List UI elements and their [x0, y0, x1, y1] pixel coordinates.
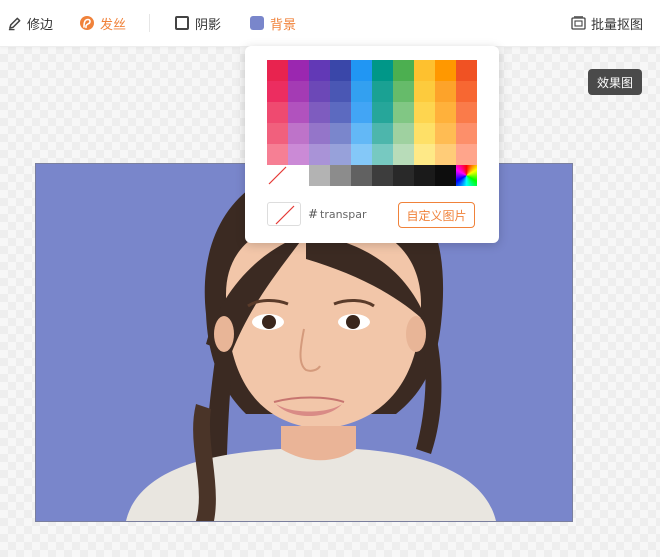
color-swatch[interactable]	[414, 81, 435, 102]
color-swatch[interactable]	[330, 123, 351, 144]
color-swatch[interactable]	[288, 165, 309, 186]
color-swatch[interactable]	[414, 165, 435, 186]
effect-preview-tooltip: 效果图	[588, 69, 642, 95]
color-swatch[interactable]	[309, 165, 330, 186]
square-outline-icon	[174, 15, 190, 31]
color-swatch[interactable]	[393, 144, 414, 165]
background-tool-label: 背景	[270, 17, 297, 33]
color-swatch[interactable]	[309, 81, 330, 102]
color-swatch[interactable]	[267, 123, 288, 144]
edge-tool[interactable]: 修边	[6, 0, 53, 46]
pen-icon	[6, 15, 22, 31]
color-swatch[interactable]	[288, 144, 309, 165]
color-swatch[interactable]	[330, 144, 351, 165]
color-swatch[interactable]	[372, 102, 393, 123]
color-swatch[interactable]	[393, 102, 414, 123]
color-swatch[interactable]	[288, 123, 309, 144]
no-color-swatch[interactable]	[267, 165, 288, 186]
color-swatch[interactable]	[435, 165, 456, 186]
color-swatch[interactable]	[372, 165, 393, 186]
color-swatch[interactable]	[435, 102, 456, 123]
color-swatch[interactable]	[351, 60, 372, 81]
shadow-tool[interactable]: 阴影	[174, 0, 221, 46]
color-swatch[interactable]	[393, 81, 414, 102]
color-swatch[interactable]	[414, 123, 435, 144]
color-swatch[interactable]	[309, 102, 330, 123]
color-swatch[interactable]	[309, 144, 330, 165]
color-swatch[interactable]	[393, 165, 414, 186]
color-swatch[interactable]	[435, 144, 456, 165]
color-swatch[interactable]	[309, 123, 330, 144]
hex-input[interactable]	[320, 204, 367, 224]
color-swatch[interactable]	[456, 123, 477, 144]
color-swatch[interactable]	[351, 81, 372, 102]
color-palette-grid	[267, 60, 477, 186]
color-swatch[interactable]	[372, 144, 393, 165]
color-swatch[interactable]	[456, 81, 477, 102]
color-swatch[interactable]	[309, 60, 330, 81]
color-swatch-icon	[249, 15, 265, 31]
edge-tool-label: 修边	[27, 17, 54, 33]
color-swatch[interactable]	[267, 60, 288, 81]
batch-cutout-tool[interactable]: 批量抠图	[570, 0, 643, 46]
color-swatch[interactable]	[435, 81, 456, 102]
color-swatch[interactable]	[351, 102, 372, 123]
batch-cutout-label: 批量抠图	[591, 17, 644, 33]
color-swatch[interactable]	[456, 144, 477, 165]
color-swatch[interactable]	[288, 102, 309, 123]
color-swatch[interactable]	[330, 81, 351, 102]
color-swatch[interactable]	[414, 102, 435, 123]
color-swatch[interactable]	[456, 102, 477, 123]
color-swatch[interactable]	[267, 81, 288, 102]
color-swatch[interactable]	[351, 123, 372, 144]
custom-image-button[interactable]: 自定义图片	[398, 202, 475, 228]
color-swatch[interactable]	[330, 60, 351, 81]
toolbar: 修边 发丝 阴影 背景 批量抠图	[0, 0, 660, 47]
spectrum-picker-swatch[interactable]	[456, 165, 477, 186]
color-swatch[interactable]	[288, 60, 309, 81]
hair-tool-label: 发丝	[100, 17, 127, 33]
hex-input-row: # 自定义图片	[267, 202, 477, 228]
hair-icon	[79, 15, 95, 31]
color-swatch[interactable]	[267, 102, 288, 123]
effect-preview-label: 效果图	[596, 75, 633, 90]
color-swatch[interactable]	[435, 123, 456, 144]
color-swatch[interactable]	[372, 81, 393, 102]
color-swatch[interactable]	[456, 60, 477, 81]
toolbar-divider	[149, 14, 150, 32]
color-swatch[interactable]	[393, 123, 414, 144]
color-swatch[interactable]	[372, 123, 393, 144]
shadow-tool-label: 阴影	[195, 17, 222, 33]
color-swatch[interactable]	[288, 81, 309, 102]
background-tool[interactable]: 背景	[249, 0, 296, 46]
color-swatch[interactable]	[372, 60, 393, 81]
color-swatch[interactable]	[330, 165, 351, 186]
hex-prefix: #	[308, 207, 319, 221]
color-swatch[interactable]	[393, 60, 414, 81]
hair-tool[interactable]: 发丝	[79, 0, 126, 46]
background-color-picker: # 自定义图片	[245, 46, 499, 243]
color-swatch[interactable]	[351, 165, 372, 186]
batch-image-icon	[570, 15, 586, 31]
color-swatch[interactable]	[351, 144, 372, 165]
no-color-icon	[275, 205, 295, 225]
color-swatch[interactable]	[414, 60, 435, 81]
color-swatch[interactable]	[414, 144, 435, 165]
color-swatch[interactable]	[435, 60, 456, 81]
current-color-preview[interactable]	[267, 202, 301, 226]
color-swatch[interactable]	[330, 102, 351, 123]
color-swatch[interactable]	[267, 144, 288, 165]
